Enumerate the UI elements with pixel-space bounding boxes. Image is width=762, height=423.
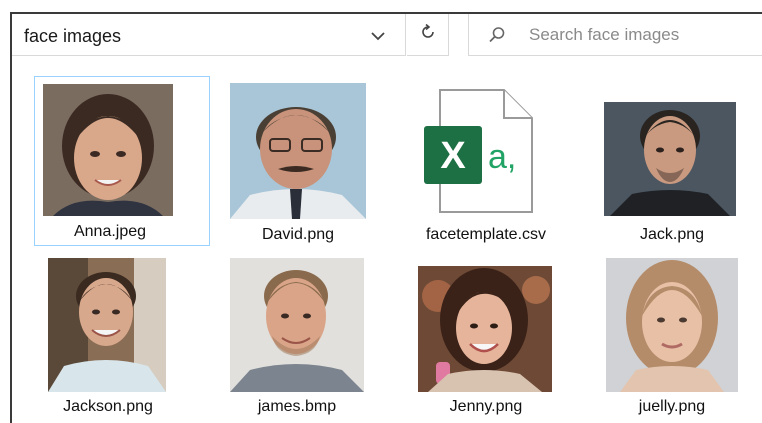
jack-photo-thumbnail: [604, 102, 736, 216]
refresh-button[interactable]: [407, 14, 449, 56]
file-item-anna[interactable]: Anna.jpeg: [34, 76, 210, 246]
address-path[interactable]: face images: [24, 26, 121, 47]
file-explorer-window: face images Search face images Anna.jpeg…: [0, 0, 762, 423]
file-name-label: Jackson.png: [63, 398, 153, 415]
file-name-label: David.png: [261, 226, 335, 243]
jackson-photo-thumbnail: [48, 258, 166, 392]
search-input[interactable]: [527, 22, 751, 48]
file-name-label: Anna.jpeg: [73, 223, 147, 240]
chevron-down-icon[interactable]: [366, 26, 390, 46]
file-item-jackson[interactable]: Jackson.png: [34, 254, 210, 420]
csv-badge-letter: X: [440, 135, 466, 177]
window-frame-left: [10, 14, 12, 423]
file-item-david[interactable]: David.png: [222, 76, 398, 246]
file-name-label: Jack.png: [639, 226, 705, 243]
file-name-label: juelly.png: [638, 398, 706, 415]
anna-photo-thumbnail: [43, 84, 173, 216]
david-photo-thumbnail: [230, 83, 366, 219]
refresh-icon: [419, 23, 437, 46]
search-icon: [487, 25, 507, 50]
address-bar[interactable]: face images: [12, 14, 406, 56]
file-name-label: james.bmp: [257, 398, 337, 415]
james-photo-thumbnail: [230, 258, 364, 392]
file-item-james[interactable]: james.bmp: [222, 254, 398, 420]
file-item-jack[interactable]: Jack.png: [596, 76, 762, 246]
file-item-juelly[interactable]: juelly.png: [596, 254, 762, 420]
file-name-label: Jenny.png: [449, 398, 523, 415]
csv-side-text: a,: [488, 138, 516, 176]
search-box[interactable]: [468, 14, 762, 56]
excel-csv-icon: X a,: [422, 86, 538, 216]
jenny-photo-thumbnail: [418, 266, 552, 392]
juelly-photo-thumbnail: [606, 258, 738, 392]
file-name-label: facetemplate.csv: [425, 226, 547, 243]
file-item-jenny[interactable]: Jenny.png: [408, 254, 584, 420]
file-item-facetemplate-csv[interactable]: X a, facetemplate.csv: [408, 76, 584, 246]
